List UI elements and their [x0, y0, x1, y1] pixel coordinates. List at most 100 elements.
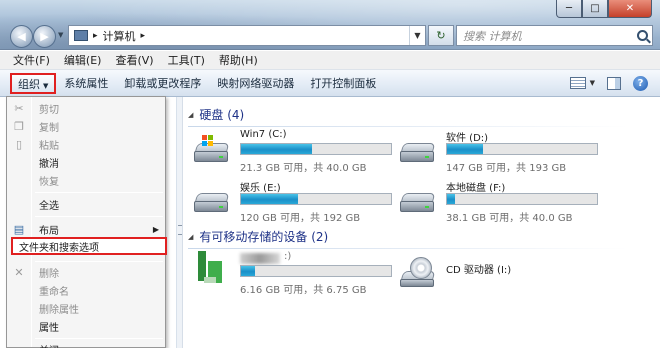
search-box[interactable]: 搜索 计算机: [456, 25, 653, 46]
minimize-button[interactable]: ─: [556, 0, 582, 18]
properties-icon: [7, 317, 31, 335]
drive-name: CD 驱动器 (I:): [446, 265, 512, 276]
menu-file[interactable]: 文件(F): [6, 52, 57, 68]
content-pane: ◢ 硬盘 (4) Win7 (C:) 21.3 GB 可用，共 40.0 GB …: [184, 97, 660, 348]
menu-item-label: 布局: [39, 225, 59, 237]
drive-name: 软件 (D:): [446, 133, 489, 144]
menu-item-remove-properties[interactable]: 删除属性: [7, 299, 165, 317]
help-icon[interactable]: ?: [633, 75, 648, 91]
menu-item-close[interactable]: 关闭: [7, 340, 165, 348]
group-header-hard-disks[interactable]: ◢ 硬盘 (4): [188, 106, 628, 127]
drive-icon-body: [194, 151, 228, 162]
open-control-panel-button[interactable]: 打开控制面板: [302, 75, 384, 91]
collapse-triangle-icon[interactable]: ◢: [188, 233, 193, 241]
menu-item-rename[interactable]: 重命名: [7, 281, 165, 299]
menu-item-delete[interactable]: ✕ 删除: [7, 263, 165, 281]
menu-item-folder-options[interactable]: 文件夹和搜索选项: [11, 237, 167, 255]
collapse-triangle-icon[interactable]: ◢: [188, 111, 193, 119]
menu-item-label: 删除属性: [39, 304, 79, 316]
copy-icon: ❐: [14, 119, 24, 133]
forward-button[interactable]: ▶: [33, 25, 56, 48]
menu-separator: [35, 261, 163, 262]
recent-pages-dropdown[interactable]: ▼: [58, 31, 63, 39]
back-button[interactable]: ◀: [10, 25, 33, 48]
group-header-removable[interactable]: ◢ 有可移动存储的设备 (2): [188, 228, 628, 249]
menu-separator: [35, 338, 163, 339]
windows-logo-tile: [208, 141, 213, 146]
drive-led-icon: [425, 206, 429, 208]
menu-bar: 文件(F) 编辑(E) 查看(V) 工具(T) 帮助(H): [0, 51, 660, 70]
maximize-button[interactable]: □: [582, 0, 608, 18]
menu-item-label: 重命名: [39, 286, 69, 298]
drive-size: 120 GB 可用，共 192 GB: [240, 213, 361, 224]
chevron-down-icon[interactable]: ▼: [590, 79, 595, 87]
system-properties-button[interactable]: 系统属性: [56, 75, 116, 91]
drive-icon-body: [400, 151, 434, 162]
computer-icon: [74, 30, 88, 41]
menu-item-select-all[interactable]: 全选: [7, 195, 165, 213]
change-view-icon[interactable]: [569, 77, 586, 89]
breadcrumb-separator[interactable]: ▸: [141, 31, 146, 41]
group-header-label: 有可移动存储的设备 (2): [199, 230, 329, 244]
command-bar-right: ▼ ?: [569, 75, 660, 91]
menu-tools[interactable]: 工具(T): [161, 52, 212, 68]
paste-icon: ▯: [15, 137, 23, 151]
pane-splitter[interactable]: [177, 97, 183, 348]
drive-cd[interactable]: CD 驱动器 (I:): [400, 249, 610, 303]
menu-item-copy[interactable]: ❐ 复制: [7, 117, 165, 135]
refresh-button[interactable]: ↻: [428, 25, 454, 46]
blurred-drive-name: [240, 253, 280, 264]
drive-icon-body: [400, 201, 434, 212]
drive-led-icon: [425, 156, 429, 158]
breadcrumb-separator[interactable]: ▸: [93, 31, 98, 41]
drive-usage-bar: [240, 265, 392, 277]
uninstall-program-button[interactable]: 卸载或更改程序: [116, 75, 209, 91]
undo-icon: [7, 153, 31, 171]
menu-item-layout[interactable]: ▤ 布局 ▶: [7, 220, 165, 238]
menu-help[interactable]: 帮助(H): [212, 52, 265, 68]
drive-size: 38.1 GB 可用，共 40.0 GB: [446, 213, 573, 224]
delete-x-icon: ✕: [14, 265, 24, 279]
usage-fill: [447, 194, 455, 204]
drive-led-icon: [219, 156, 223, 158]
drive-removable-usb[interactable]: :) 6.16 GB 可用，共 6.75 GB: [194, 249, 404, 303]
search-input[interactable]: 搜索 计算机: [463, 28, 522, 44]
window-controls: ─ □ ✕: [556, 0, 652, 18]
hard-drive-icon: [194, 187, 230, 215]
chevron-down-icon: ▼: [43, 81, 49, 90]
map-network-drive-button[interactable]: 映射网络驱动器: [209, 75, 302, 91]
menu-item-undo[interactable]: 撤消: [7, 153, 165, 171]
breadcrumb-computer[interactable]: 计算机: [103, 28, 136, 44]
menu-edit[interactable]: 编辑(E): [57, 52, 109, 68]
menu-item-redo[interactable]: 恢复: [7, 171, 165, 189]
hard-drive-icon: [400, 187, 436, 215]
address-history-dropdown[interactable]: ▼: [409, 26, 425, 45]
drive-e[interactable]: 娱乐 (E:) 120 GB 可用，共 192 GB: [194, 177, 404, 231]
cd-drive-icon: [400, 257, 436, 287]
arrow-left-icon: ◀: [17, 30, 26, 43]
menu-view[interactable]: 查看(V): [108, 52, 160, 68]
splitter-grip-icon: [178, 225, 182, 235]
menu-item-properties[interactable]: 属性: [7, 317, 165, 335]
drive-usage-bar: [446, 143, 598, 155]
menu-item-cut[interactable]: ✂ 剪切: [7, 99, 165, 117]
menu-item-label: 复制: [39, 122, 59, 134]
address-bar[interactable]: ▸ 计算机 ▸ ▼: [68, 25, 426, 46]
rename-icon: [7, 281, 31, 299]
drive-name-tail: :): [284, 251, 292, 262]
remove-properties-icon: [7, 299, 31, 317]
drive-icon-body: [194, 201, 228, 212]
windows-logo-icon: [202, 135, 214, 147]
menu-item-paste[interactable]: ▯ 粘贴: [7, 135, 165, 153]
organize-button[interactable]: 组织 ▼: [10, 72, 57, 94]
usage-fill: [241, 144, 312, 154]
search-icon[interactable]: [637, 30, 648, 41]
close-button[interactable]: ✕: [608, 0, 652, 18]
preview-pane-icon[interactable]: [607, 76, 621, 90]
drive-c[interactable]: Win7 (C:) 21.3 GB 可用，共 40.0 GB: [194, 127, 404, 181]
cd-disc-icon: [410, 257, 432, 279]
windows-logo-tile: [202, 141, 207, 146]
drive-f[interactable]: 本地磁盘 (F:) 38.1 GB 可用，共 40.0 GB: [400, 177, 610, 231]
drive-usage-bar: [240, 143, 392, 155]
drive-d[interactable]: 软件 (D:) 147 GB 可用，共 193 GB: [400, 127, 610, 181]
